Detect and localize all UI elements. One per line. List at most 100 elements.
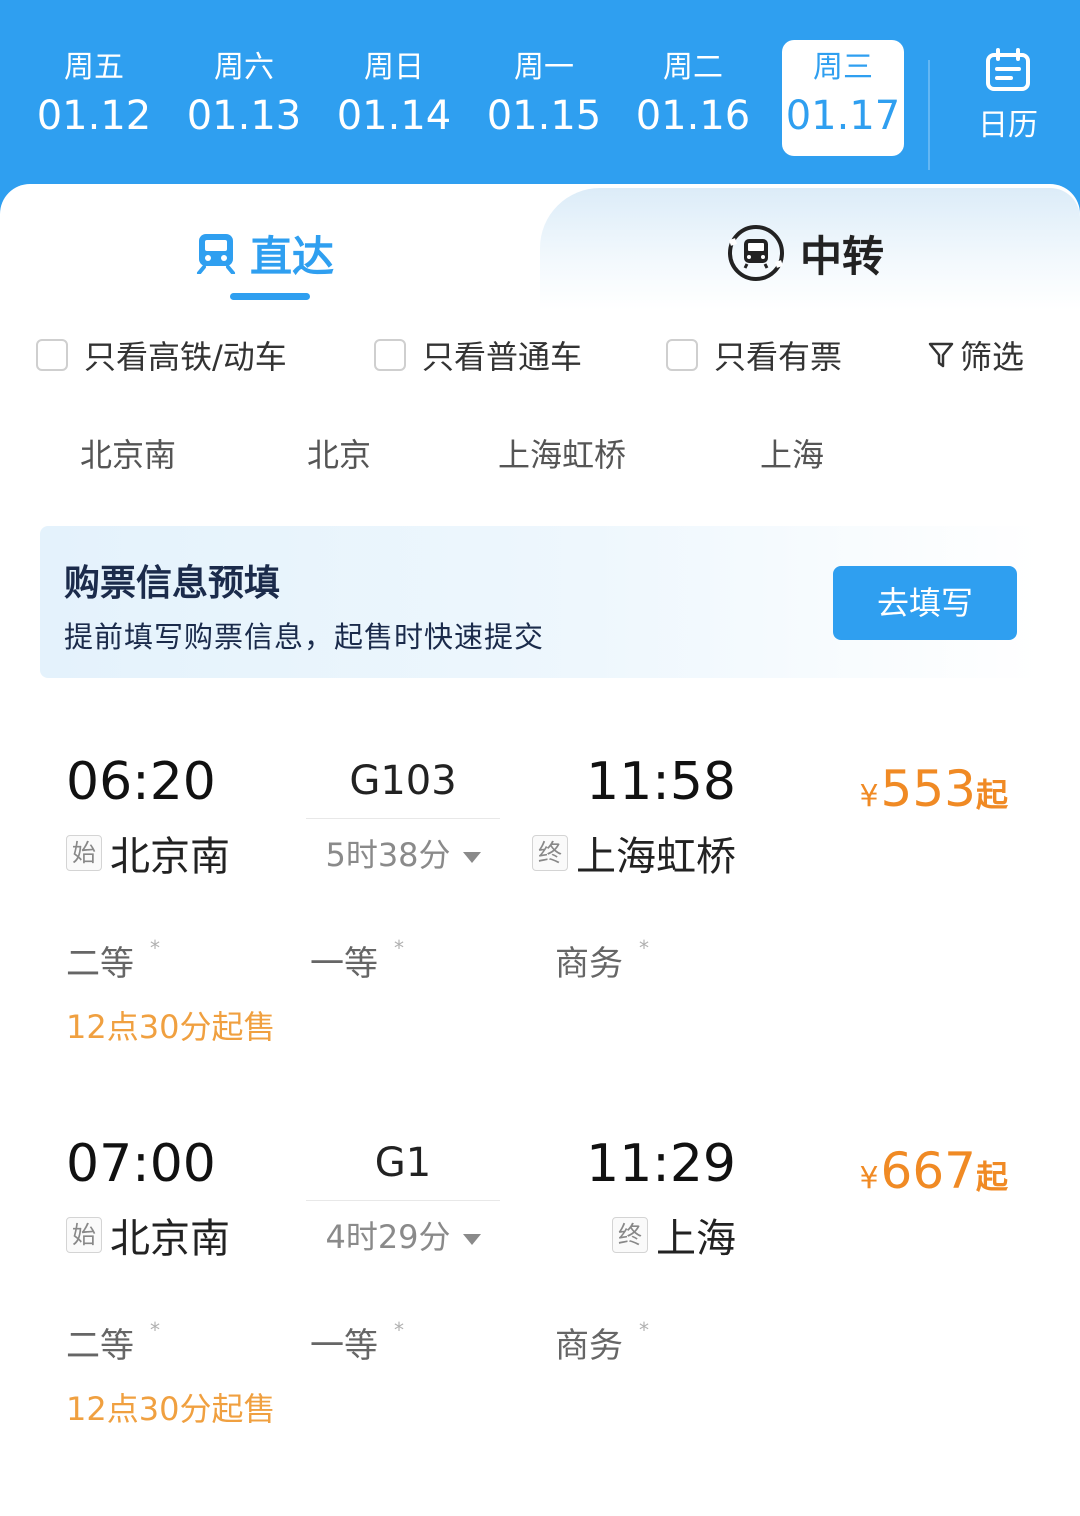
funnel-icon (928, 342, 954, 368)
tab-direct[interactable]: 直达 (196, 218, 334, 288)
arrival-time: 11:58 (586, 752, 736, 812)
date-weekday: 周一 (514, 50, 574, 85)
filter-high-speed-label: 只看高铁/动车 (84, 338, 287, 376)
filter-normal-label: 只看普通车 (422, 338, 583, 376)
calendar-label: 日历 (978, 108, 1038, 143)
price-suffix: 起 (975, 776, 1008, 814)
train-number: G103 (349, 758, 457, 804)
duration-toggle[interactable]: 4时29分 (306, 1212, 500, 1258)
seat-first-class: 一等 * (310, 936, 404, 985)
train-number-divider (306, 1200, 500, 1201)
tab-transfer[interactable]: 中转 (726, 218, 884, 288)
destination-station: 上海虹桥 (576, 834, 736, 880)
seat-business-class: 商务 * (555, 1318, 649, 1367)
filter-available-label: 只看有票 (714, 338, 843, 376)
date-weekday: 周五 (64, 50, 124, 85)
fill-in-button[interactable]: 去填写 (833, 566, 1017, 640)
date-item-0112[interactable]: 周五 01.12 (33, 40, 155, 156)
station-chip[interactable]: 北京 (307, 430, 371, 476)
terminus-tag: 终 (612, 1217, 648, 1253)
origin: 始 北京南 (66, 824, 230, 882)
calendar-button[interactable]: 日历 (970, 48, 1046, 144)
seat-name: 商务 (555, 944, 623, 984)
price-value: 667 (880, 1142, 976, 1200)
seat-availability: * (639, 936, 649, 960)
dropdown-arrow-icon (462, 1233, 481, 1245)
currency-symbol: ¥ (859, 1161, 879, 1196)
date-value: 01.17 (785, 93, 901, 139)
train-card[interactable]: 07:00 G1 4时29分 11:29 始 北京南 终 上海 ¥667起 二等… (0, 1134, 1080, 1516)
seat-availability: * (394, 1318, 404, 1342)
destination-station: 上海 (656, 1216, 736, 1262)
filter-label: 筛选 (960, 338, 1025, 376)
price-suffix: 起 (975, 1158, 1008, 1196)
seat-first-class: 一等 * (310, 1318, 404, 1367)
prefill-banner: 购票信息预填 提前填写购票信息，起售时快速提交 去填写 (40, 526, 1040, 678)
train-card[interactable]: 06:20 G103 5时38分 11:58 始 北京南 终 上海虹桥 ¥553… (0, 752, 1080, 1134)
active-tab-indicator (230, 293, 310, 300)
seat-name: 二等 (66, 944, 134, 984)
date-item-0113[interactable]: 周六 01.13 (183, 40, 305, 156)
duration-toggle[interactable]: 5时38分 (306, 830, 500, 876)
seat-availability: * (150, 936, 160, 960)
date-weekday: 周三 (813, 50, 873, 85)
seat-name: 一等 (310, 944, 378, 984)
date-weekday: 周二 (663, 50, 723, 85)
currency-symbol: ¥ (859, 779, 879, 814)
filter-normal-train[interactable]: 只看普通车 (374, 330, 582, 380)
filter-available[interactable]: 只看有票 (666, 330, 842, 380)
station-chip[interactable]: 北京南 (80, 430, 176, 476)
seat-name: 一等 (310, 1326, 378, 1366)
arrival-time: 11:29 (586, 1134, 736, 1194)
seat-business-class: 商务 * (555, 936, 649, 985)
departure-time: 07:00 (66, 1134, 216, 1194)
date-value: 01.16 (635, 93, 751, 139)
calendar-icon (986, 48, 1030, 91)
seat-name: 商务 (555, 1326, 623, 1366)
checkbox[interactable] (666, 339, 698, 371)
destination: 终 上海 (612, 1206, 736, 1264)
duration: 4时29分 (325, 1218, 451, 1256)
tab-transfer-label: 中转 (800, 231, 885, 281)
date-value: 01.15 (486, 93, 602, 139)
price: ¥553起 (859, 760, 1008, 818)
train-icon (197, 234, 235, 274)
date-value: 01.13 (186, 93, 302, 139)
sale-time: 12点30分起售 (66, 1390, 276, 1428)
price: ¥667起 (859, 1142, 1008, 1200)
station-chip[interactable]: 上海 (760, 430, 824, 476)
date-item-0115[interactable]: 周一 01.15 (483, 40, 605, 156)
date-value: 01.14 (336, 93, 452, 139)
origin-station: 北京南 (110, 834, 230, 880)
date-value: 01.12 (36, 93, 152, 139)
checkbox[interactable] (374, 339, 406, 371)
terminus-tag: 终 (532, 835, 568, 871)
sale-time: 12点30分起售 (66, 1008, 276, 1046)
date-item-0116[interactable]: 周二 01.16 (632, 40, 754, 156)
duration: 5时38分 (325, 836, 451, 874)
train-number-divider (306, 818, 500, 819)
date-weekday: 周日 (364, 50, 424, 85)
seat-availability: * (394, 936, 404, 960)
calendar-divider (928, 60, 930, 170)
filter-button[interactable]: 筛选 (928, 330, 1024, 380)
filter-high-speed[interactable]: 只看高铁/动车 (36, 330, 287, 380)
seat-name: 二等 (66, 1326, 134, 1366)
dropdown-arrow-icon (462, 851, 481, 863)
departure-time: 06:20 (66, 752, 216, 812)
seat-availability: * (150, 1318, 160, 1342)
bus-circle-icon (728, 225, 784, 281)
banner-title: 购票信息预填 (64, 563, 281, 604)
origin-tag: 始 (66, 1217, 102, 1253)
seat-second-class: 二等 * (66, 1318, 160, 1367)
date-item-0114[interactable]: 周日 01.14 (333, 40, 455, 156)
checkbox[interactable] (36, 339, 68, 371)
station-chip[interactable]: 上海虹桥 (498, 430, 626, 476)
origin: 始 北京南 (66, 1206, 230, 1264)
seat-second-class: 二等 * (66, 936, 160, 985)
date-item-0117-selected[interactable]: 周三 01.17 (782, 40, 904, 156)
origin-tag: 始 (66, 835, 102, 871)
date-weekday: 周六 (214, 50, 274, 85)
seat-availability: * (639, 1318, 649, 1342)
banner-subtitle: 提前填写购票信息，起售时快速提交 (64, 620, 545, 654)
